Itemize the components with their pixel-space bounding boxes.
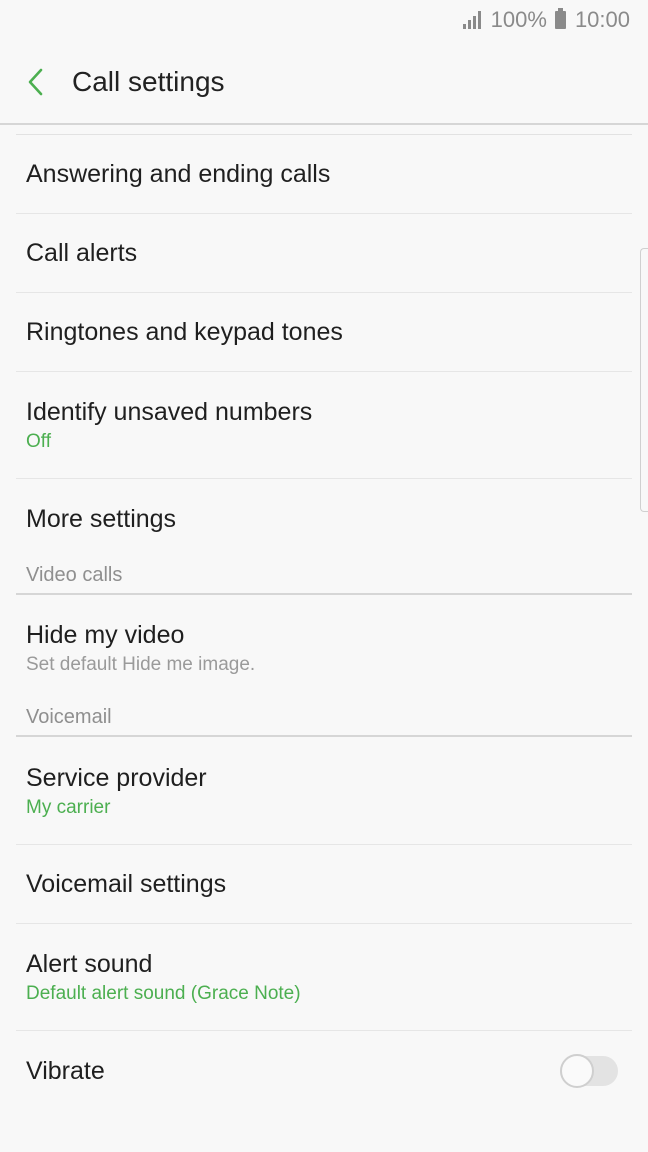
item-title: Identify unsaved numbers (26, 398, 313, 426)
section-header-voicemail: Voicemail (16, 701, 632, 737)
item-title: Hide my video (26, 621, 185, 649)
chevron-left-icon (28, 68, 43, 95)
vibrate-item[interactable]: Vibrate (16, 1031, 632, 1111)
divider (16, 127, 632, 135)
battery-icon (554, 8, 566, 29)
ringtones-keypad-tones-item[interactable]: Ringtones and keypad tones (16, 293, 632, 372)
item-title: Alert sound (26, 950, 153, 978)
item-title: Voicemail settings (26, 870, 227, 898)
call-alerts-item[interactable]: Call alerts (16, 214, 632, 293)
item-title: Call alerts (26, 239, 138, 267)
back-button[interactable] (0, 39, 70, 124)
answering-ending-calls-item[interactable]: Answering and ending calls (16, 135, 632, 214)
item-title: Ringtones and keypad tones (26, 318, 343, 346)
vibrate-toggle[interactable] (560, 1054, 618, 1088)
section-header-video-calls: Video calls (16, 559, 632, 595)
app-bar: Call settings (0, 40, 648, 125)
battery-percent: 100% (490, 7, 547, 32)
service-provider-item[interactable]: Service provider My carrier (16, 737, 632, 845)
item-title: Vibrate (26, 1057, 105, 1085)
identify-unsaved-numbers-item[interactable]: Identify unsaved numbers Off (16, 372, 632, 479)
clock: 10:00 (574, 7, 630, 32)
toggle-knob (560, 1054, 594, 1088)
settings-list: Answering and ending calls Call alerts R… (0, 127, 648, 1152)
hide-my-video-item[interactable]: Hide my video Set default Hide me image. (16, 595, 632, 701)
item-status: Off (26, 431, 51, 452)
item-title: More settings (26, 505, 177, 533)
item-title: Answering and ending calls (26, 160, 331, 188)
alert-sound-item[interactable]: Alert sound Default alert sound (Grace N… (16, 924, 632, 1031)
item-status: Default alert sound (Grace Note) (26, 983, 301, 1004)
item-title: Service provider (26, 763, 207, 792)
signal-icon (462, 11, 481, 29)
voicemail-settings-item[interactable]: Voicemail settings (16, 845, 632, 924)
more-settings-item[interactable]: More settings (16, 479, 632, 559)
scroll-indicator[interactable] (640, 248, 648, 512)
page-title: Call settings (72, 65, 225, 97)
status-bar: 100% 10:00 (0, 0, 648, 40)
item-status: My carrier (26, 796, 111, 818)
call-settings-screen: 100% 10:00 Call settings Answering and e… (0, 0, 648, 1152)
item-description: Set default Hide me image. (26, 654, 256, 675)
